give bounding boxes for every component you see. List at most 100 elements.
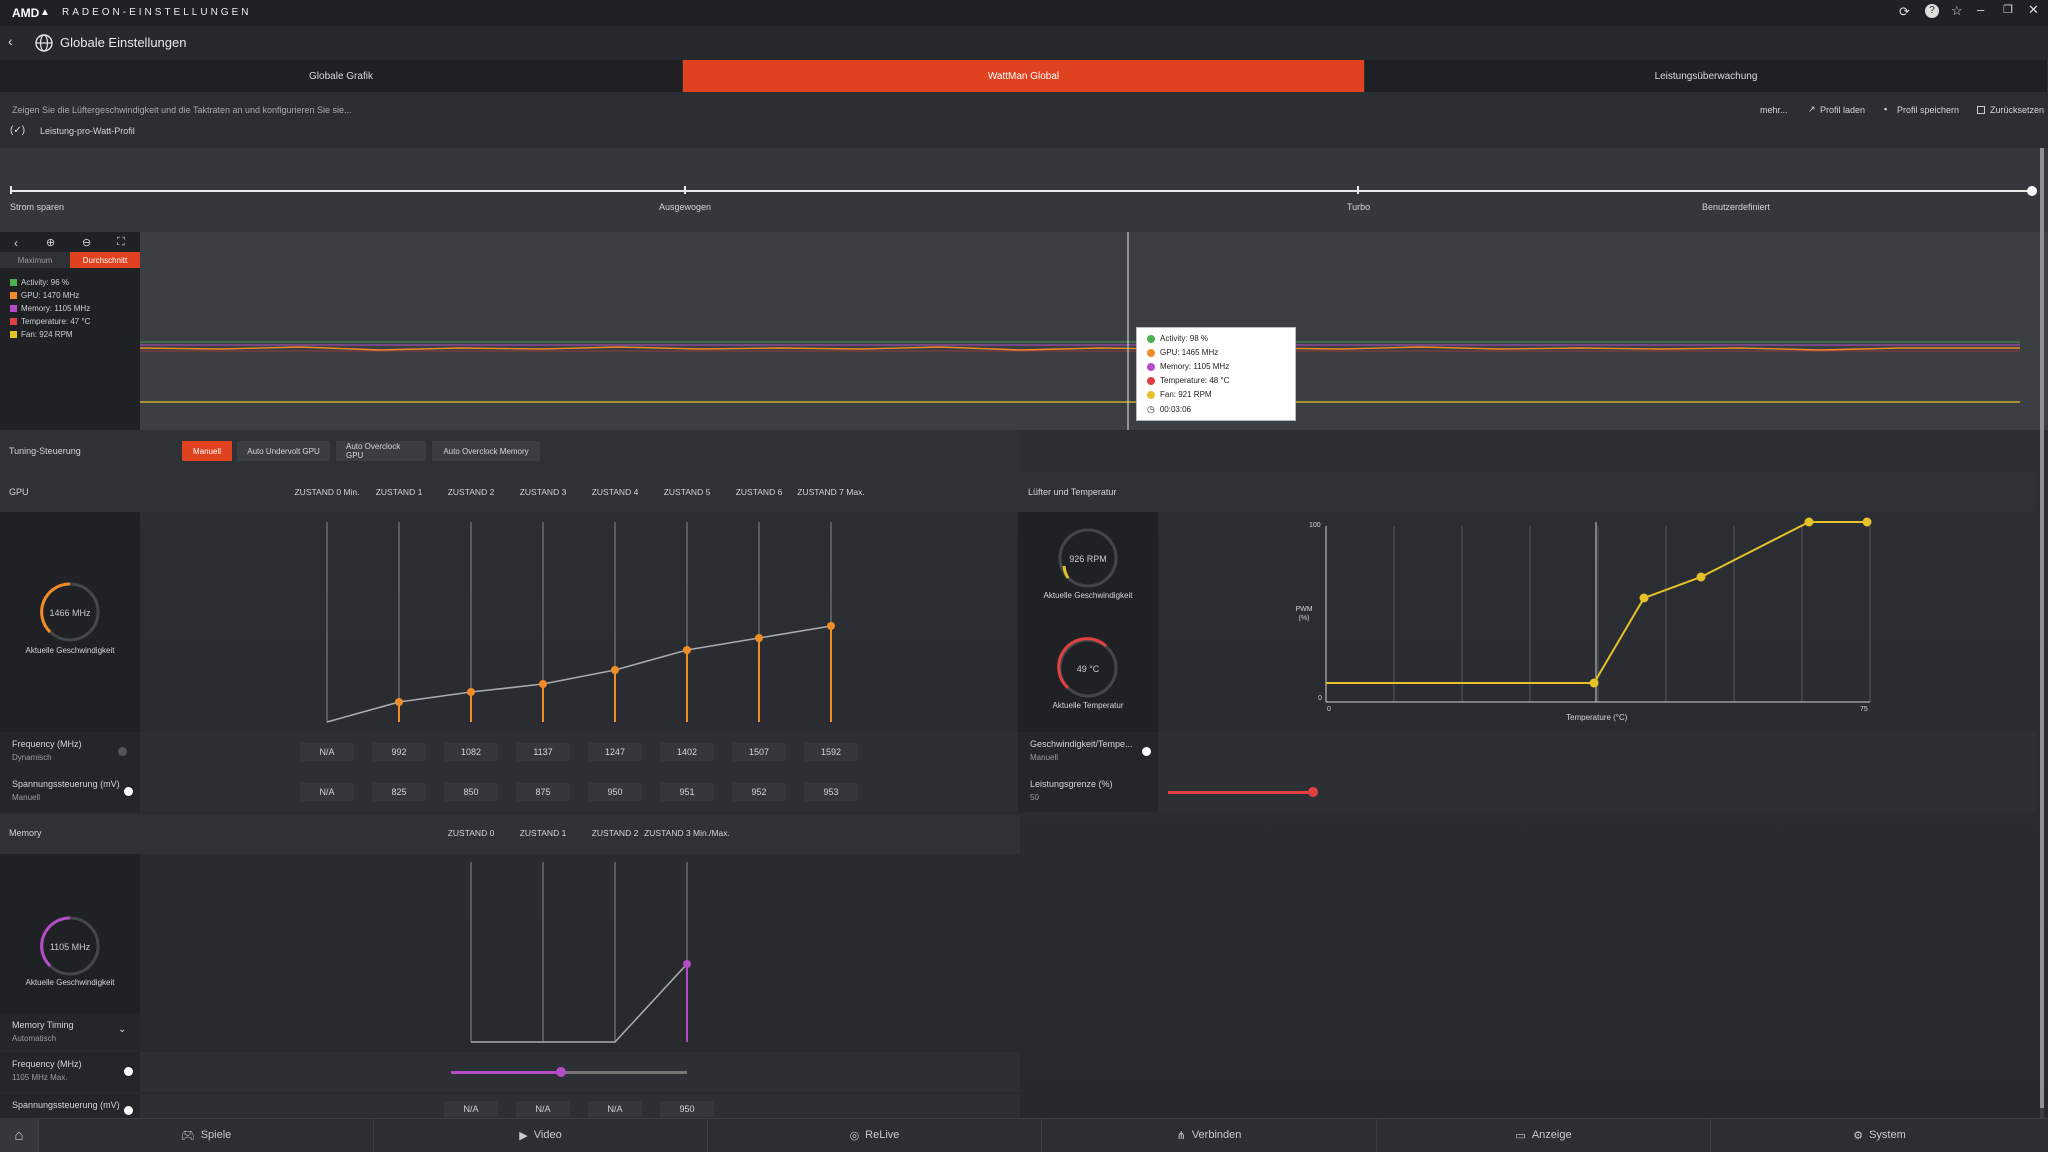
gpu-voltage-cell[interactable]: 825 [372, 783, 426, 801]
memory-state-header: ZUSTAND 3 Min./Max. [644, 828, 730, 838]
profile-balanced[interactable]: Ausgewogen [659, 202, 711, 212]
gpu-frequency-cell[interactable]: 1592 [804, 743, 858, 761]
fan-speed-label: Aktuelle Geschwindigkeit [1043, 591, 1133, 600]
gpu-voltage-toggle[interactable] [124, 787, 133, 796]
gpu-line [140, 346, 2020, 351]
power-limit-label: Leistungsgrenze (%) [1030, 779, 1113, 789]
load-profile-button[interactable]: Profil laden [1820, 105, 1865, 115]
auto-overclock-memory-button[interactable]: Auto Overclock Memory [432, 441, 540, 461]
gpu-state-header: ZUSTAND 0 Min. [294, 487, 360, 497]
gpu-header-left: GPU [0, 472, 140, 512]
gpu-frequency-cell[interactable]: 1247 [588, 743, 642, 761]
gpu-frequency-cell[interactable]: N/A [300, 743, 354, 761]
memory-voltage-cell[interactable]: N/A [588, 1101, 642, 1117]
legend-memory[interactable]: Memory: 1105 MHz [10, 304, 90, 313]
tab-performance-monitoring[interactable]: Leistungsüberwachung [1365, 60, 2048, 92]
gpu-voltage-cell[interactable]: 850 [444, 783, 498, 801]
nav-system[interactable]: ⚙ System [1710, 1118, 2048, 1152]
nav-relive[interactable]: ◎ ReLive [707, 1118, 1041, 1152]
profile-name: Leistung-pro-Watt-Profil [40, 126, 135, 136]
memory-timing-dropdown[interactable]: Memory Timing Automatisch ⌄ [0, 1014, 140, 1050]
legend-temperature[interactable]: Temperature: 47 °C [10, 317, 90, 326]
memory-voltage-cell[interactable]: 950 [660, 1101, 714, 1117]
gpu-frequency-cell[interactable]: 1082 [444, 743, 498, 761]
gpu-speed-label: Aktuelle Geschwindigkeit [25, 646, 115, 655]
gpu-frequency-cell[interactable]: 1137 [516, 743, 570, 761]
memory-voltage-toggle[interactable] [124, 1106, 133, 1115]
play-icon: ▶ [519, 1129, 528, 1142]
gpu-voltage-row-label: Spannungssteuerung (mV) Manuell [0, 772, 140, 812]
restore-icon[interactable]: ❐ [2003, 3, 2013, 16]
profile-custom[interactable]: Benutzerdefiniert [1702, 202, 1770, 212]
legend-gpu[interactable]: GPU: 1470 MHz [10, 291, 79, 300]
gpu-frequency-toggle[interactable] [118, 747, 127, 756]
auto-undervolt-gpu-button[interactable]: Auto Undervolt GPU [237, 441, 330, 461]
profile-slider-handle[interactable] [2027, 186, 2037, 196]
close-icon[interactable]: ✕ [2028, 2, 2039, 18]
auto-overclock-gpu-button[interactable]: Auto Overclock GPU [336, 441, 426, 461]
memory-frequency-slider-track[interactable] [561, 1071, 687, 1074]
zoom-out-icon[interactable]: ⊖ [82, 236, 91, 249]
memory-frequency-slider-handle[interactable] [556, 1067, 566, 1077]
minimize-icon[interactable]: – [1977, 2, 1984, 17]
zoom-in-icon[interactable]: ⊕ [46, 236, 55, 249]
memory-state-curve [470, 862, 691, 1043]
gpu-voltage-row: N/A 825 850 875 950 951 952 953 [140, 772, 1020, 812]
gpu-voltage-cell[interactable]: 952 [732, 783, 786, 801]
nav-games[interactable]: 🎮︎ Spiele [38, 1118, 373, 1152]
tab-wattman-global[interactable]: WattMan Global [683, 60, 1365, 92]
power-limit-slider-handle[interactable] [1308, 787, 1318, 797]
tooltip-fan: Fan: 921 RPM [1147, 390, 1212, 399]
nav-display[interactable]: ▭ Anzeige [1376, 1118, 1710, 1152]
power-limit-slider-fill[interactable] [1168, 791, 1318, 794]
gpu-state-header: ZUSTAND 1 [375, 487, 423, 497]
relive-icon: ◎ [849, 1129, 860, 1142]
memory-timing-label: Memory Timing [12, 1020, 74, 1030]
gpu-frequency-cell[interactable]: 1402 [660, 743, 714, 761]
fit-view-icon[interactable]: ⛶ [117, 236, 125, 249]
tooltip-gpu: GPU: 1465 MHz [1147, 348, 1218, 357]
gpu-frequency-cell[interactable]: 1507 [732, 743, 786, 761]
legend-fan[interactable]: Fan: 924 RPM [10, 330, 73, 339]
profile-turbo[interactable]: Turbo [1347, 202, 1370, 212]
help-icon[interactable]: ? [1925, 4, 1939, 18]
speed-temp-toggle[interactable] [1142, 747, 1151, 756]
mode-maximum-button[interactable]: Maximum [0, 252, 70, 268]
home-icon: ⌂ [14, 1126, 24, 1144]
graph-back-icon[interactable]: ‹ [14, 236, 18, 250]
gpu-voltage-cell[interactable]: 951 [660, 783, 714, 801]
more-link[interactable]: mehr... [1760, 105, 1788, 115]
update-icon[interactable]: ⟳ [1899, 4, 1910, 20]
tab-global-graphics[interactable]: Globale Grafik [0, 60, 683, 92]
nav-video[interactable]: ▶ Video [373, 1118, 707, 1152]
memory-voltage-cell[interactable]: N/A [444, 1101, 498, 1117]
mode-average-button[interactable]: Durchschnitt [70, 252, 140, 268]
fan-curve-y-max: 100 [1309, 522, 1321, 529]
gpu-frequency-cell[interactable]: 992 [372, 743, 426, 761]
favorite-star-icon[interactable]: ☆ [1951, 3, 1963, 19]
profile-power-saving[interactable]: Strom sparen [10, 202, 64, 212]
manual-button[interactable]: Manuell [182, 441, 232, 461]
reset-button[interactable]: Zurücksetzen [1990, 105, 2044, 115]
gpu-voltage-cell[interactable]: 875 [516, 783, 570, 801]
nav-connect[interactable]: ⋔ Verbinden [1041, 1118, 1376, 1152]
home-button[interactable]: ⌂ [0, 1118, 38, 1152]
back-arrow-icon[interactable]: ‹ [8, 33, 13, 49]
speed-temp-row [1158, 732, 2036, 772]
title-bar: AMD ▲ RADEON-EINSTELLUNGEN ⟳ ? ☆ – ❐ ✕ [0, 0, 2048, 26]
memory-frequency-toggle[interactable] [124, 1067, 133, 1076]
legend-activity[interactable]: Activity: 96 % [10, 278, 69, 287]
gpu-voltage-cell[interactable]: 953 [804, 783, 858, 801]
amd-logo: AMD [12, 6, 40, 20]
memory-state-header: ZUSTAND 0 [447, 828, 495, 838]
save-profile-button[interactable]: Profil speichern [1897, 105, 1959, 115]
gpu-voltage-cell[interactable]: N/A [300, 783, 354, 801]
monitor-controls: ‹ ⊕ ⊖ ⛶ Maximum Durchschnitt Activity: 9… [0, 232, 140, 430]
scrollbar-thumb[interactable] [2040, 148, 2044, 1108]
tooltip-time: ◷ 00:03:06 [1147, 404, 1191, 414]
profile-slider-track[interactable] [10, 190, 2032, 192]
gpu-state-header: ZUSTAND 6 [735, 487, 783, 497]
memory-label: Memory [9, 828, 42, 838]
gpu-voltage-cell[interactable]: 950 [588, 783, 642, 801]
memory-voltage-cell[interactable]: N/A [516, 1101, 570, 1117]
